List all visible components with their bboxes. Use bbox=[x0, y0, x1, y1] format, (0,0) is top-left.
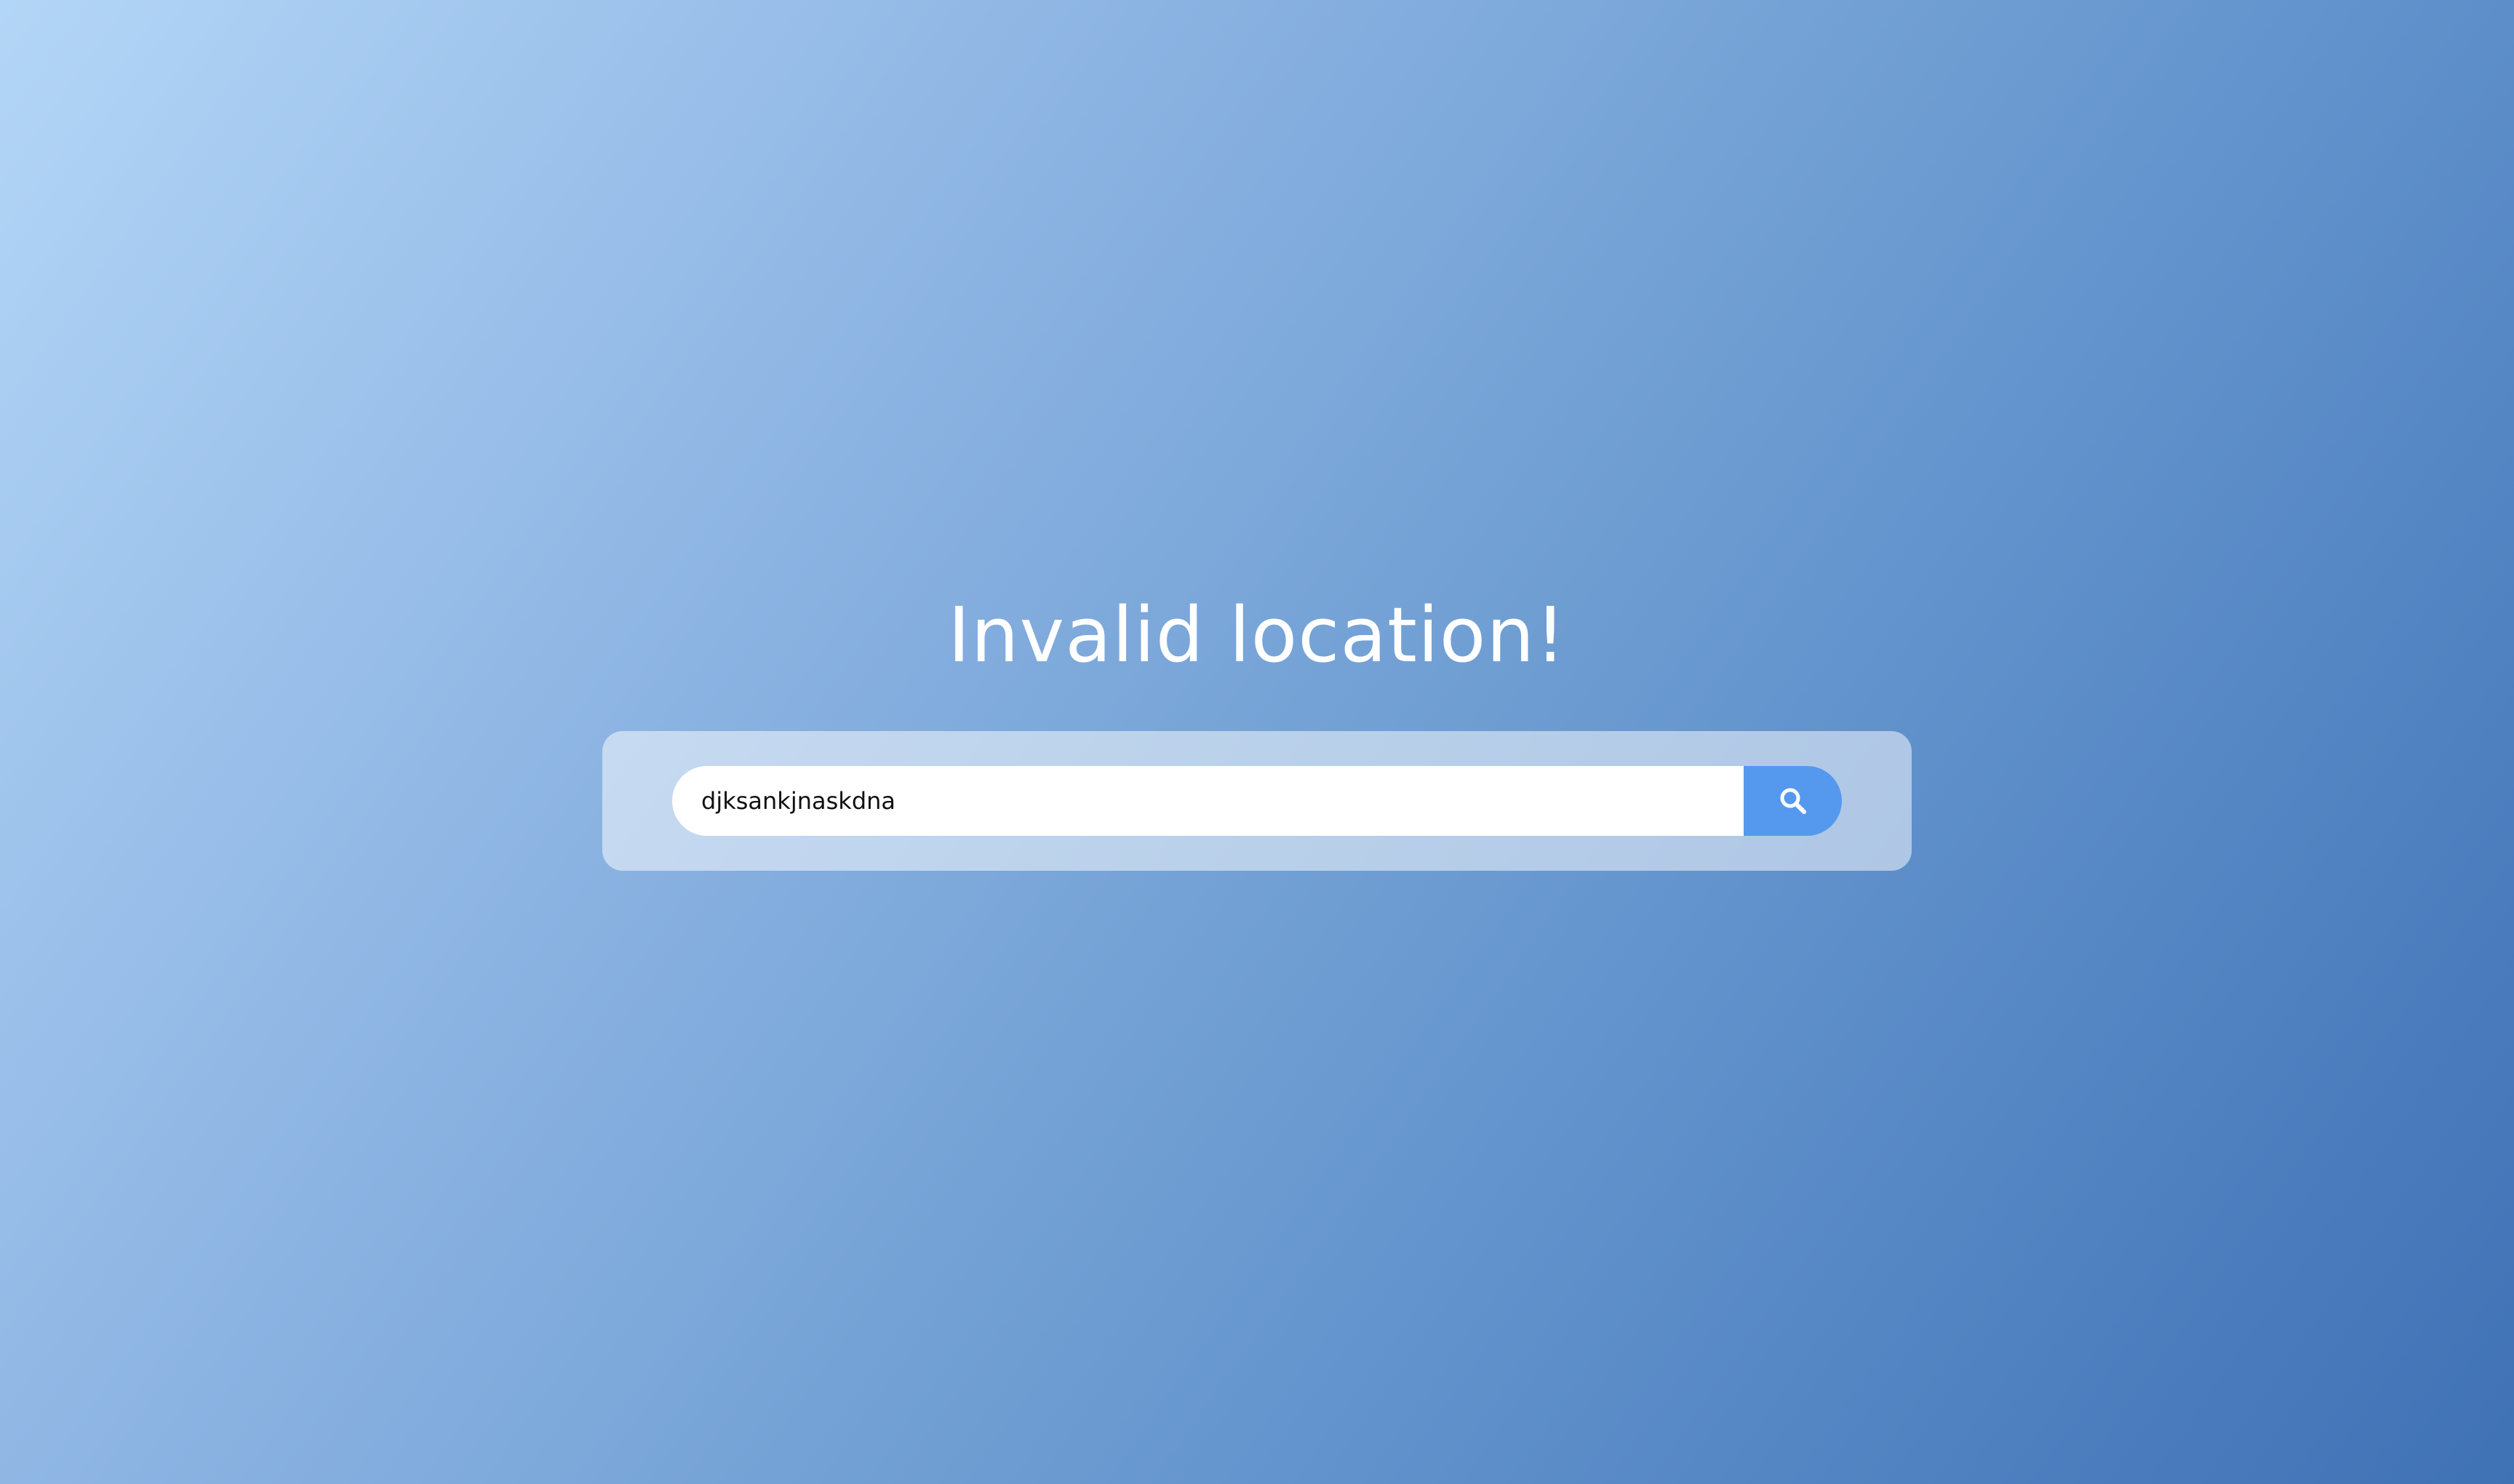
search-icon bbox=[1779, 786, 1808, 815]
search-button[interactable] bbox=[1744, 766, 1842, 836]
search-panel bbox=[602, 731, 1912, 871]
search-form bbox=[672, 766, 1842, 836]
page-background: Invalid location! bbox=[0, 0, 2514, 1484]
error-heading: Invalid location! bbox=[947, 591, 1567, 679]
location-search-input[interactable] bbox=[672, 766, 1744, 836]
